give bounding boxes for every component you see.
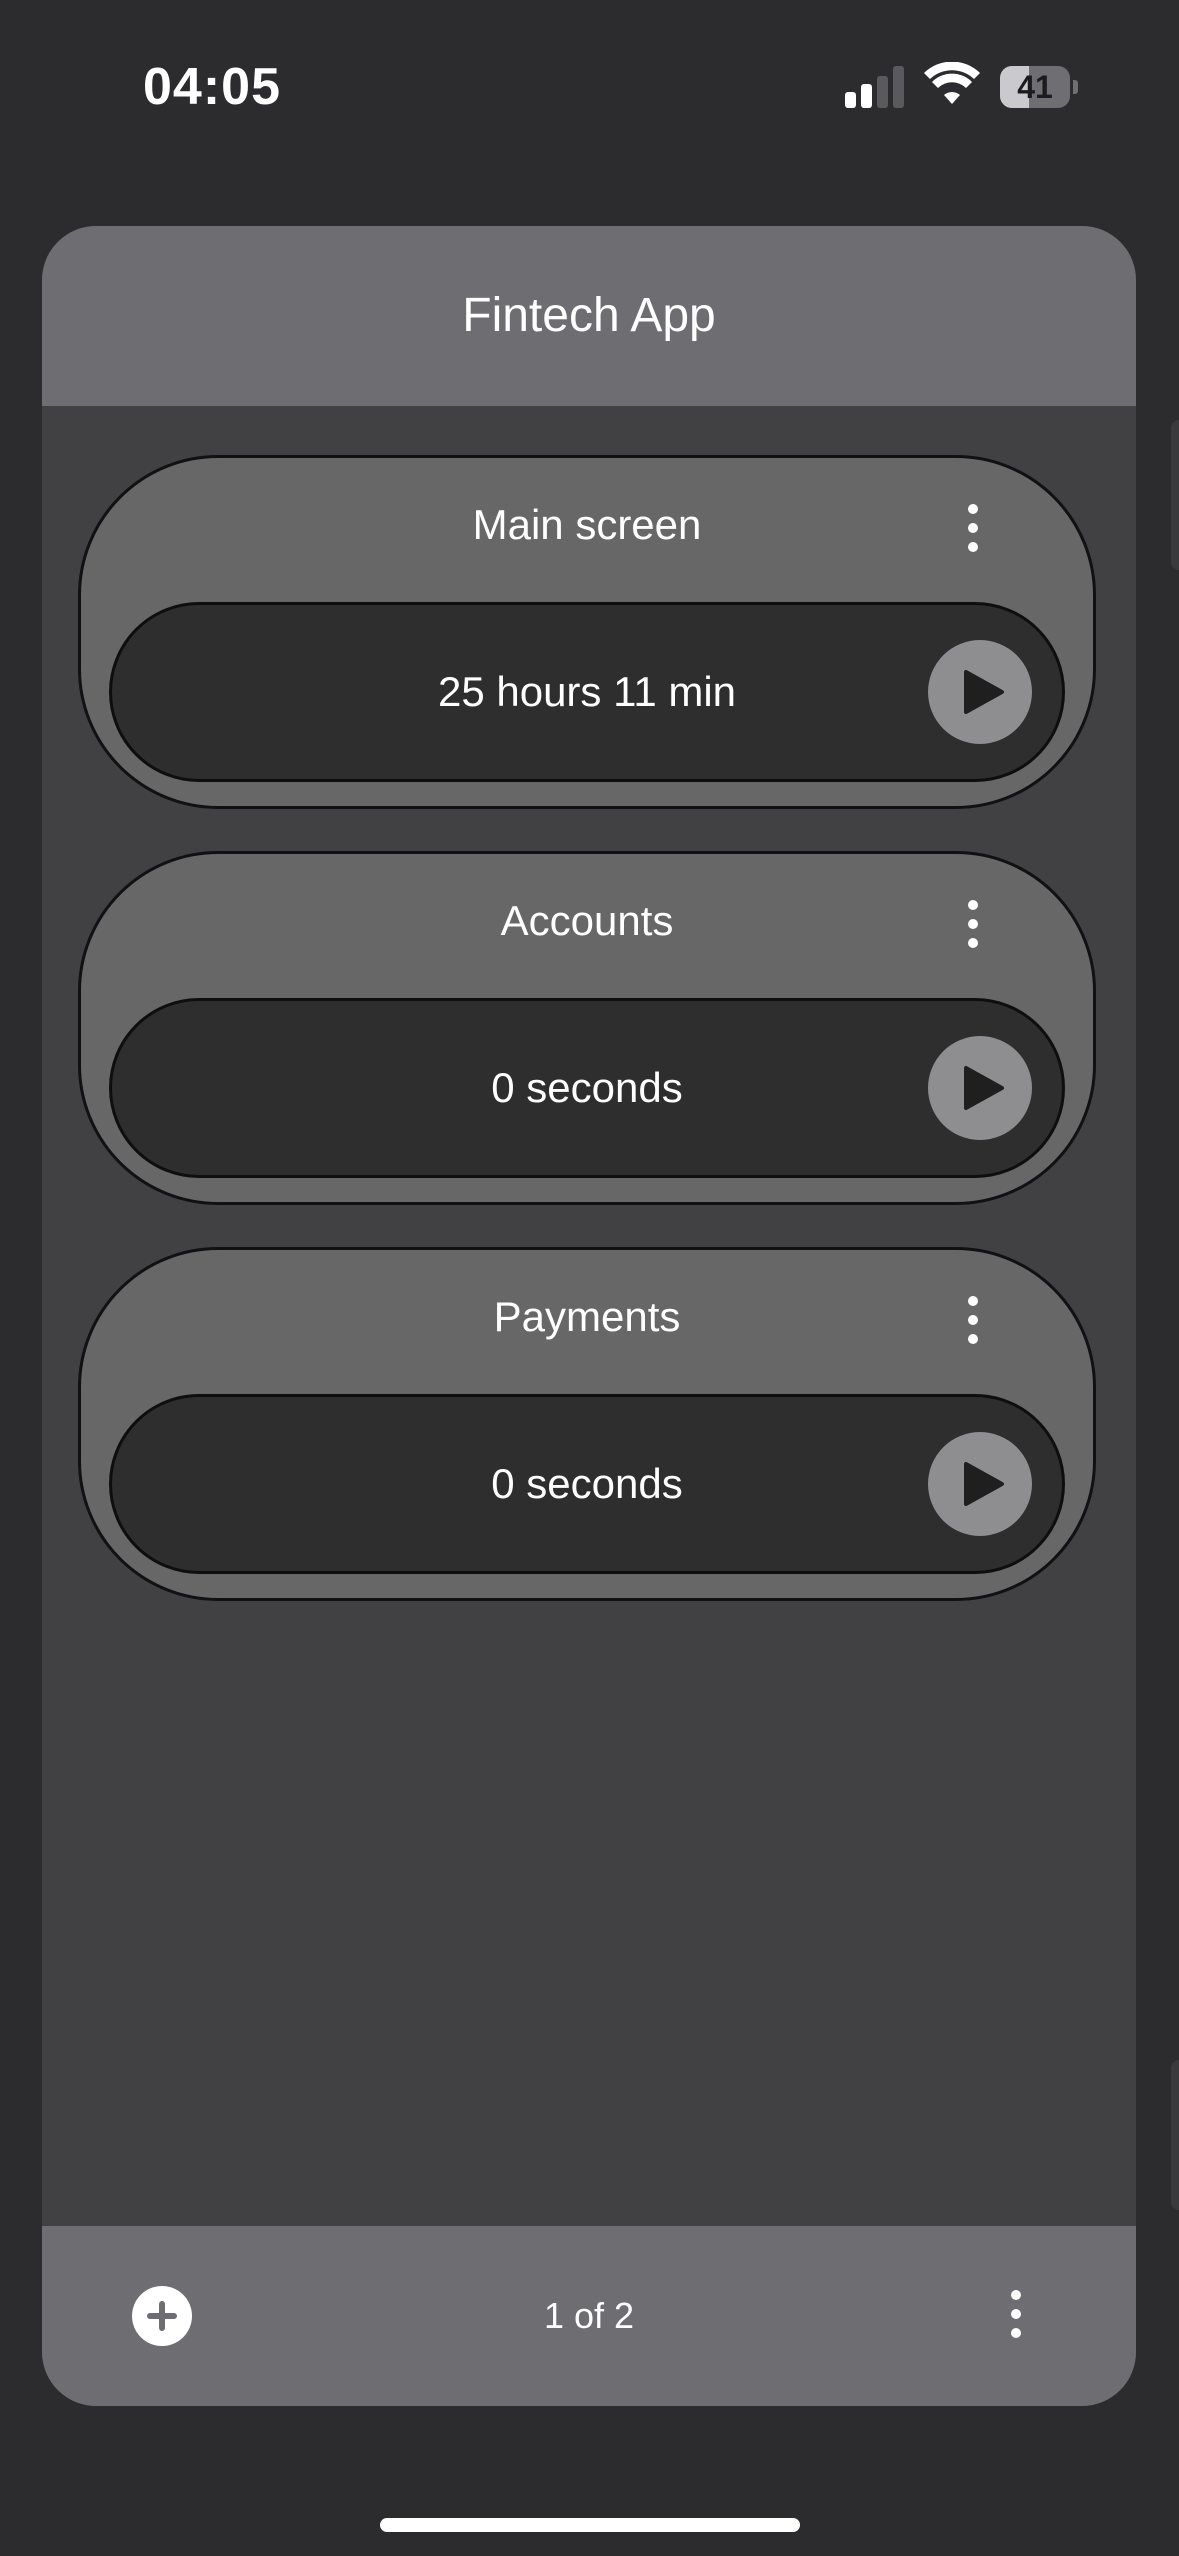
home-indicator[interactable] <box>380 2518 800 2532</box>
app-footer: 1 of 2 <box>42 2226 1136 2406</box>
signal-bar <box>861 84 872 108</box>
battery-icon: 41 <box>1000 66 1078 108</box>
play-icon <box>964 670 1004 714</box>
wifi-icon <box>924 61 980 106</box>
timer-display: 0 seconds <box>109 998 1065 1178</box>
timer-value: 0 seconds <box>491 1460 683 1507</box>
timer-more-options-icon[interactable] <box>953 894 993 954</box>
battery-nub <box>1073 80 1078 94</box>
battery-level: 41 <box>1017 69 1053 105</box>
plus-icon <box>147 2301 177 2331</box>
app-card: Fintech App Main screen 25 hours 11 min … <box>42 226 1136 2406</box>
play-button[interactable] <box>928 640 1032 744</box>
timer-value: 0 seconds <box>491 1064 683 1111</box>
timer-value: 25 hours 11 min <box>437 668 737 715</box>
app-title: Fintech App <box>462 289 716 342</box>
timer-card-main-screen[interactable]: Main screen 25 hours 11 min <box>78 455 1096 809</box>
timer-display: 25 hours 11 min <box>109 602 1065 782</box>
add-timer-button[interactable] <box>132 2286 192 2346</box>
timer-title: Accounts <box>500 897 674 944</box>
app-header: Fintech App <box>42 226 1136 406</box>
play-button[interactable] <box>928 1432 1032 1536</box>
play-icon <box>964 1066 1004 1110</box>
signal-bar <box>893 66 904 108</box>
signal-bar <box>877 76 888 108</box>
edge-scroll-indicator <box>1171 2060 1179 2210</box>
timer-display: 0 seconds <box>109 1394 1065 1574</box>
timer-more-options-icon[interactable] <box>953 1290 993 1350</box>
signal-bar <box>845 92 856 108</box>
play-icon <box>964 1462 1004 1506</box>
play-button[interactable] <box>928 1036 1032 1140</box>
timer-title: Payments <box>493 1293 681 1340</box>
status-bar-time: 04:05 <box>143 58 281 116</box>
footer-more-options-icon[interactable] <box>996 2284 1036 2344</box>
battery-body: 41 <box>1000 66 1070 108</box>
edge-scroll-indicator <box>1171 420 1179 570</box>
timer-card-payments[interactable]: Payments 0 seconds <box>78 1247 1096 1601</box>
timer-card-accounts[interactable]: Accounts 0 seconds <box>78 851 1096 1205</box>
page-indicator: 1 of 2 <box>543 2295 635 2336</box>
timer-more-options-icon[interactable] <box>953 498 993 558</box>
cellular-signal-icon <box>845 66 905 108</box>
timer-title: Main screen <box>472 501 702 548</box>
